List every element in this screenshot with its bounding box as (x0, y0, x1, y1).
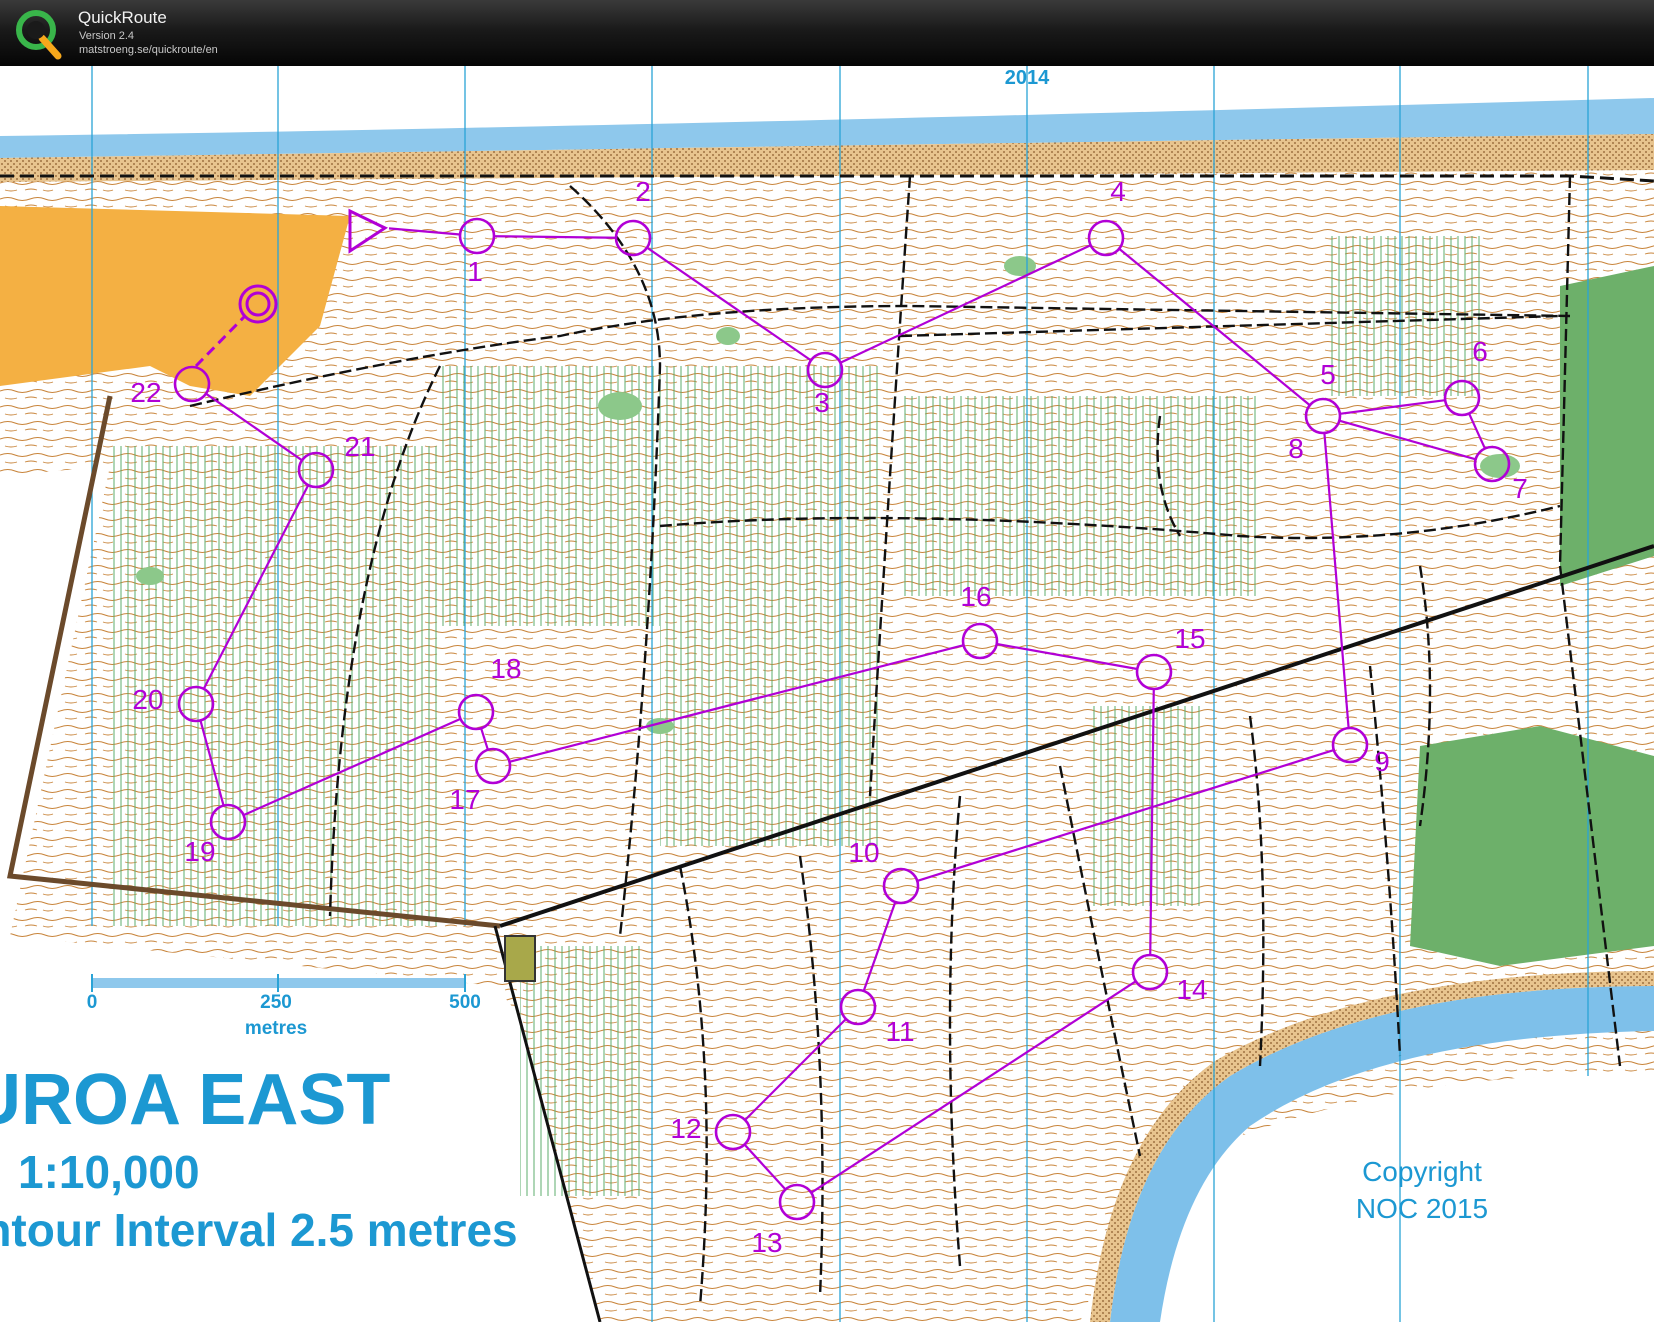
scale-tick-500: 500 (449, 992, 481, 1013)
control-number-1: 1 (467, 256, 483, 287)
course-leg-1-2 (493, 235, 617, 239)
map-title: TUROA EAST (0, 1060, 390, 1140)
control-number-17: 17 (449, 784, 480, 815)
app-url: matstroeng.se/quickroute/en (79, 44, 218, 56)
map-contour-interval: Contour Interval 2.5 metres (0, 1204, 518, 1256)
control-number-12: 12 (670, 1113, 701, 1144)
app-title-bar: QuickRoute Version 2.4 matstroeng.se/qui… (0, 0, 1654, 67)
control-number-3: 3 (814, 387, 830, 418)
control-number-14: 14 (1176, 974, 1207, 1005)
forest-east (1560, 266, 1654, 586)
map-copyright-line2: NOC 2015 (1356, 1193, 1488, 1224)
control-number-16: 16 (960, 581, 991, 612)
map-scale: 1:10,000 (18, 1146, 200, 1198)
app-version: Version 2.4 (79, 30, 135, 42)
control-number-9: 9 (1374, 746, 1390, 777)
scale-tick-0: 0 (87, 992, 98, 1013)
map-canvas[interactable]: 0 250 500 metres 2014 TUROA EAST 1:10,00… (0, 66, 1654, 1322)
map-copyright-line1: Copyright (1362, 1156, 1482, 1187)
control-number-13: 13 (751, 1227, 782, 1258)
control-number-6: 6 (1472, 336, 1488, 367)
scale-tick-250: 250 (260, 992, 292, 1013)
control-number-21: 21 (344, 431, 375, 462)
control-number-8: 8 (1288, 433, 1304, 464)
control-number-4: 4 (1110, 176, 1126, 207)
forest-southeast (1410, 726, 1654, 966)
quickroute-logo-icon (16, 10, 62, 60)
control-number-5: 5 (1320, 359, 1336, 390)
control-number-18: 18 (490, 653, 521, 684)
control-number-11: 11 (885, 1016, 914, 1047)
control-number-7: 7 (1512, 473, 1528, 504)
car-park (504, 935, 536, 982)
control-number-15: 15 (1174, 623, 1205, 654)
app-name: QuickRoute (78, 8, 167, 27)
control-number-20: 20 (132, 684, 163, 715)
control-number-2: 2 (635, 176, 651, 207)
control-number-22: 22 (130, 377, 161, 408)
control-number-19: 19 (184, 836, 215, 867)
control-number-10: 10 (848, 837, 879, 868)
scale-unit: metres (245, 1018, 307, 1039)
orienteering-map[interactable]: 0 250 500 metres 2014 TUROA EAST 1:10,00… (0, 66, 1654, 1322)
map-year-label: 2014 (1005, 67, 1050, 89)
